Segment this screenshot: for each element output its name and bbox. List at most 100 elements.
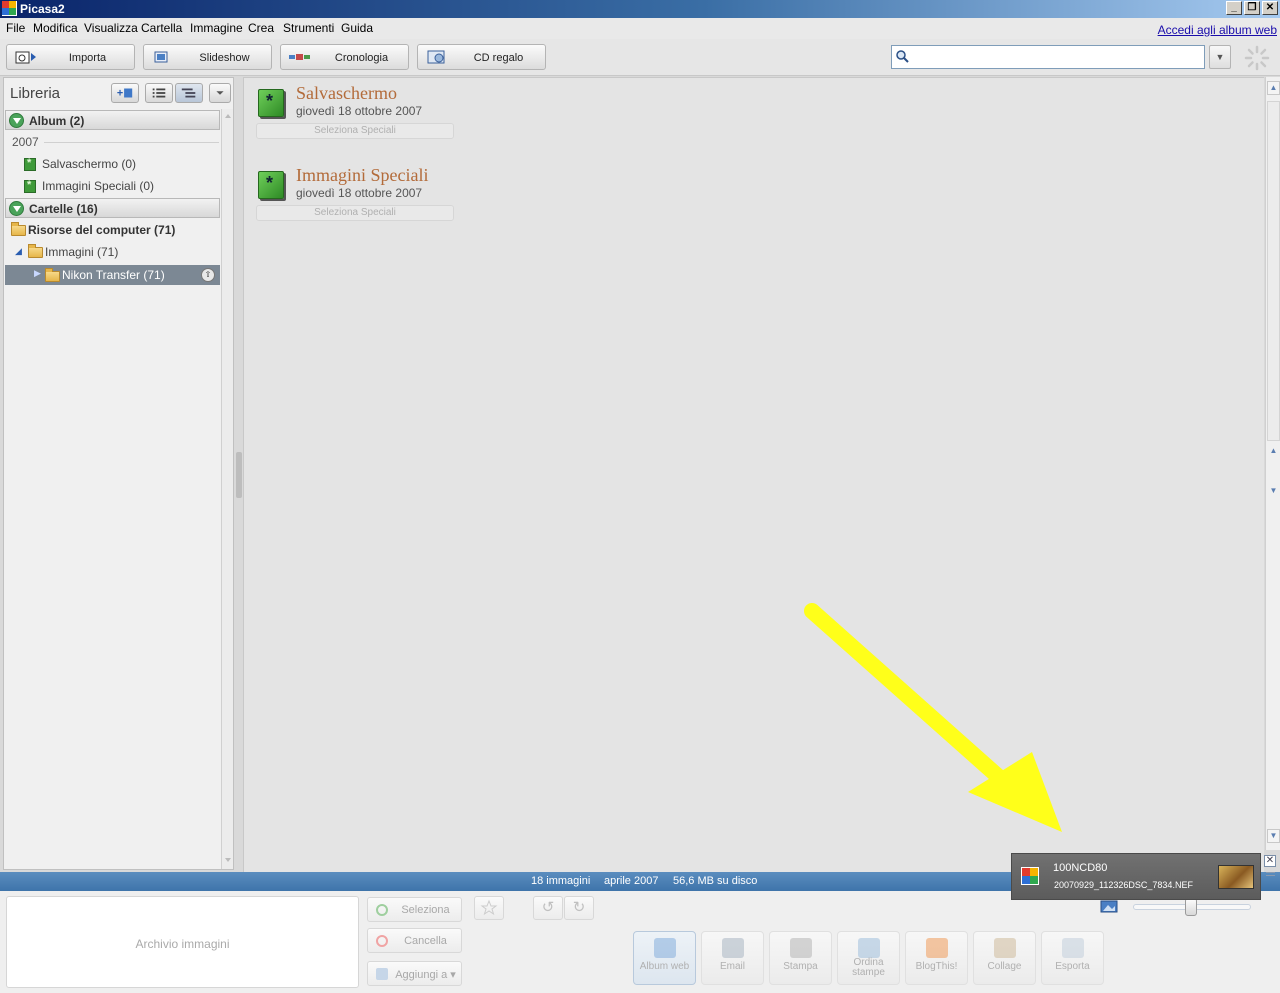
minimize-button[interactable]: _ (1226, 1, 1242, 15)
restore-button[interactable]: ❐ (1244, 1, 1260, 15)
search-input[interactable] (914, 49, 1199, 65)
import-button[interactable]: Importa (6, 44, 135, 70)
menu-cartella[interactable]: Cartella (141, 21, 182, 35)
collapse-arrow-icon[interactable] (9, 201, 24, 216)
album-add-icon (376, 968, 388, 980)
gift-cd-button[interactable]: CD regalo (417, 44, 546, 70)
gift-cd-icon (427, 50, 445, 64)
import-notification[interactable]: 100NCD80 20070929_112326DSC_7834.NEF (1011, 853, 1261, 900)
collapse-arrow-icon[interactable] (9, 113, 24, 128)
add-to-label: Aggiungi a ▾ (395, 969, 456, 981)
slider-handle[interactable] (1185, 898, 1197, 916)
album-title[interactable]: Immagini Speciali (296, 165, 428, 186)
menu-immagine[interactable]: Immagine (190, 21, 243, 35)
select-album-button[interactable]: Seleziona Speciali (256, 123, 454, 139)
scroll-top-icon[interactable]: ▲ (1267, 81, 1280, 95)
export-button[interactable]: Esporta (1041, 931, 1104, 985)
album-title[interactable]: Salvaschermo (296, 83, 397, 104)
rotate-left-icon: ↺ (541, 899, 555, 916)
add-to-button[interactable]: Aggiungi a ▾ (367, 961, 462, 986)
menu-file[interactable]: File (6, 21, 25, 35)
panel-splitter-handle[interactable] (236, 452, 242, 498)
blogthis-button[interactable]: BlogThis! (905, 931, 968, 985)
web-albums-signin-link[interactable]: Accedi agli album web (1158, 23, 1277, 37)
clear-tray-label: Cancella (404, 935, 447, 947)
svg-text:+: + (117, 88, 123, 100)
album-content-area: Salvaschermo giovedì 18 ottobre 2007 Sel… (243, 77, 1264, 872)
search-box[interactable] (891, 45, 1205, 69)
album-card-salvaschermo[interactable]: Salvaschermo giovedì 18 ottobre 2007 Sel… (256, 79, 516, 149)
menu-strumenti[interactable]: Strumenti (283, 21, 334, 35)
library-scrollbar[interactable] (221, 109, 233, 869)
star-button[interactable] (474, 896, 504, 920)
year-divider (44, 142, 219, 143)
slideshow-icon (154, 51, 168, 63)
folder-section-header[interactable]: Cartelle (16) (5, 198, 220, 218)
rotate-right-button[interactable]: ↻ (564, 896, 594, 920)
folder-item-computer[interactable]: Risorse del computer (71) (28, 223, 175, 237)
library-header: Libreria + (4, 78, 233, 108)
printer-icon (790, 938, 812, 958)
album-icon (258, 89, 284, 117)
new-album-icon: + (117, 88, 133, 100)
order-prints-label: Ordina stampe (852, 957, 885, 978)
thumbnail-size-icon (1100, 900, 1118, 913)
search-icon (896, 50, 909, 63)
album-icon (258, 171, 284, 199)
list-view-icon (152, 88, 166, 98)
library-options-dropdown[interactable] (209, 83, 231, 103)
new-album-button[interactable]: + (111, 83, 139, 103)
album-item-salvaschermo[interactable]: Salvaschermo (0) (42, 157, 136, 171)
menu-crea[interactable]: Crea (248, 21, 274, 35)
scrollbar-thumb[interactable] (1267, 101, 1280, 441)
expand-triangle-icon[interactable]: ▶ (34, 268, 41, 279)
menu-guida[interactable]: Guida (341, 21, 373, 35)
notification-folder: 100NCD80 (1053, 862, 1108, 874)
flat-view-button[interactable] (145, 83, 173, 103)
folder-item-nikon-transfer[interactable]: ▶ Nikon Transfer (71) ⇧ (5, 265, 220, 285)
collage-button[interactable]: Collage (973, 931, 1036, 985)
clear-icon (376, 935, 388, 947)
rotate-left-button[interactable]: ↺ (533, 896, 563, 920)
star-icon (480, 899, 498, 916)
blogger-icon (926, 938, 948, 958)
timeline-button[interactable]: Cronologia (280, 44, 409, 70)
clear-tray-button[interactable]: Cancella (367, 928, 462, 953)
print-button[interactable]: Stampa (769, 931, 832, 985)
album-date: giovedì 18 ottobre 2007 (296, 104, 423, 118)
year-label: 2007 (12, 135, 39, 149)
camera-import-icon (15, 51, 36, 64)
content-scrollbar[interactable]: ▲ ▲ ▼ ▼ (1265, 77, 1280, 850)
album-item-immagini-speciali[interactable]: Immagini Speciali (0) (42, 179, 154, 193)
print-label: Stampa (783, 961, 818, 972)
web-album-button[interactable]: Album web (633, 931, 696, 985)
search-options-dropdown[interactable]: ▼ (1209, 45, 1231, 69)
menu-modifica[interactable]: Modifica (33, 21, 78, 35)
email-button[interactable]: Email (701, 931, 764, 985)
page-down-arrow-icon[interactable]: ▼ (1267, 485, 1280, 499)
library-panel: Libreria + Album (2) 2007 * Salvaschermo… (3, 77, 234, 870)
expand-triangle-icon[interactable]: ◢ (15, 246, 22, 257)
page-up-arrow-icon[interactable]: ▲ (1267, 445, 1280, 459)
album-card-immagini-speciali[interactable]: Immagini Speciali giovedì 18 ottobre 200… (256, 161, 516, 231)
order-prints-button[interactable]: Ordina stampe (837, 931, 900, 985)
photo-tray[interactable]: Archivio immagini (6, 896, 359, 988)
album-section-header[interactable]: Album (2) (5, 110, 220, 130)
upload-arrow-icon[interactable]: ⇧ (201, 268, 215, 282)
menu-visualizza[interactable]: Visualizza (84, 21, 138, 35)
close-button[interactable]: ✕ (1262, 1, 1278, 15)
folder-item-immagini[interactable]: Immagini (71) (45, 245, 118, 259)
notification-close-icon[interactable]: ✕ (1264, 855, 1276, 867)
scroll-up-arrow-icon[interactable] (223, 111, 233, 121)
import-label: Importa (68, 52, 107, 64)
tree-view-button[interactable] (175, 83, 203, 103)
notification-menu-icon[interactable] (1266, 872, 1275, 873)
picasa-app-icon (1021, 867, 1039, 885)
slideshow-button[interactable]: Slideshow (143, 44, 272, 70)
select-album-button[interactable]: Seleziona Speciali (256, 205, 454, 221)
collage-icon (994, 938, 1016, 958)
hold-select-button[interactable]: Seleziona (367, 897, 462, 922)
timeline-label: Cronologia (334, 52, 389, 64)
scroll-bottom-icon[interactable]: ▼ (1267, 829, 1280, 843)
scroll-down-arrow-icon[interactable] (223, 855, 233, 865)
